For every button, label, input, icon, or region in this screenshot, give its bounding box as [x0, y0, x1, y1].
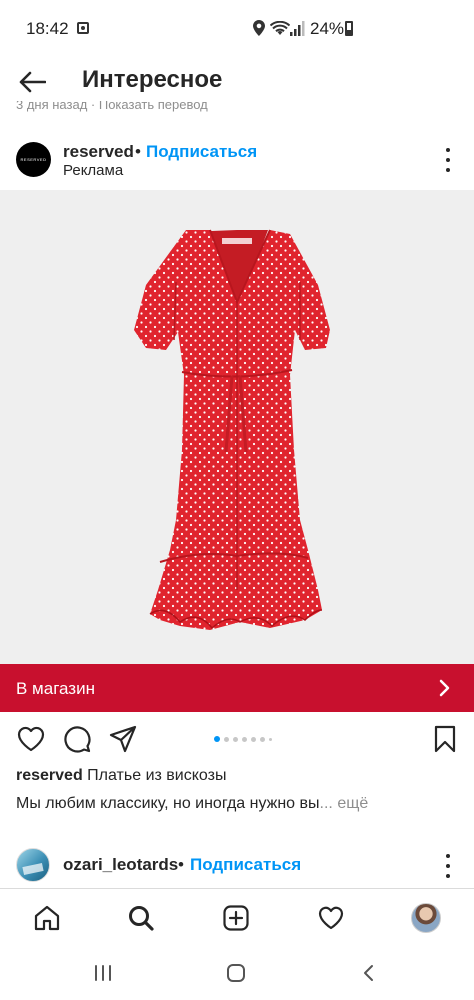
- activity-icon: [318, 906, 344, 930]
- caption-username[interactable]: reserved: [16, 767, 83, 784]
- profile-avatar: [411, 903, 441, 933]
- recents-button[interactable]: [89, 960, 117, 986]
- wifi-icon: [270, 21, 290, 35]
- nav-home[interactable]: [32, 903, 62, 933]
- caption-title: Платье из вискозы: [87, 767, 227, 784]
- carousel-dot: [260, 736, 265, 742]
- avatar[interactable]: [16, 848, 50, 882]
- next-post-header: ozari_leotards • Подписаться: [0, 846, 474, 886]
- avatar[interactable]: RESERVED: [16, 142, 51, 177]
- dot: [446, 854, 450, 858]
- carousel-dot: [224, 736, 229, 742]
- post-image[interactable]: [0, 190, 474, 664]
- nav-profile[interactable]: [411, 903, 441, 933]
- arrow-left-icon: [19, 71, 46, 93]
- top-bar: Интересное: [0, 58, 474, 106]
- dot: [446, 158, 450, 162]
- more-options-button[interactable]: [442, 854, 454, 878]
- nav-activity[interactable]: [316, 903, 346, 933]
- nav-search[interactable]: [126, 903, 156, 933]
- dot: [446, 148, 450, 152]
- dress-image: [134, 229, 330, 630]
- status-bar: 18:42 24%: [0, 0, 474, 58]
- share-icon[interactable]: [108, 724, 138, 754]
- comment-icon[interactable]: [62, 724, 92, 754]
- dot: [446, 864, 450, 868]
- home-system-button[interactable]: [222, 960, 250, 986]
- carousel-dot-active: [214, 736, 220, 742]
- caption-more-link[interactable]: ... ещё: [320, 795, 369, 812]
- follow-button[interactable]: Подписаться: [146, 142, 257, 162]
- home-circle-icon: [227, 964, 245, 982]
- search-icon: [129, 906, 154, 931]
- new-post-icon: [223, 905, 249, 931]
- dot: [446, 168, 450, 172]
- separator-dot: •: [178, 855, 184, 874]
- heart-icon[interactable]: [16, 724, 46, 754]
- recents-icon: [95, 965, 111, 981]
- home-icon: [34, 905, 60, 931]
- back-chevron-icon: [364, 965, 373, 981]
- caption-line: reserved Платье из вискозы: [16, 767, 226, 785]
- separator-dot: •: [135, 142, 141, 161]
- caption-body: Мы любим классику, но иногда нужно вы...…: [16, 795, 368, 813]
- post-username[interactable]: reserved: [63, 142, 134, 162]
- caption-body-text: Мы любим классику, но иногда нужно вы: [16, 795, 320, 812]
- back-system-button[interactable]: [355, 960, 383, 986]
- post-actions: [0, 716, 474, 760]
- battery-percentage: 24%: [310, 19, 345, 38]
- signal-icon: [290, 21, 305, 36]
- more-options-button[interactable]: [442, 148, 454, 172]
- bottom-navigation: [0, 888, 474, 946]
- system-navigation: [0, 946, 474, 1000]
- carousel-dot: [242, 736, 247, 742]
- shop-label: В магазин: [16, 679, 95, 698]
- carousel-dot: [251, 736, 256, 742]
- bookmark-icon[interactable]: [430, 724, 460, 754]
- back-button[interactable]: [14, 66, 50, 98]
- follow-button[interactable]: Подписаться: [190, 855, 301, 875]
- battery-icon: [345, 21, 353, 36]
- carousel-indicator: [214, 736, 272, 742]
- chevron-right-icon: [439, 679, 450, 697]
- page-title: Интересное: [82, 66, 223, 93]
- carousel-dot: [269, 737, 272, 741]
- next-post-username[interactable]: ozari_leotards: [63, 855, 178, 875]
- location-icon: [253, 20, 265, 36]
- sponsored-label: Реклама: [63, 162, 124, 179]
- shop-now-button[interactable]: В магазин: [0, 664, 474, 712]
- status-time: 18:42: [26, 19, 69, 38]
- nav-new-post[interactable]: [221, 903, 251, 933]
- previous-post-meta: 3 дня назад · Показать перевод: [16, 101, 208, 112]
- gallery-icon: [77, 22, 89, 34]
- post-header: RESERVED reserved • Подписаться Реклама: [0, 136, 474, 188]
- carousel-dot: [233, 736, 238, 742]
- dot: [446, 874, 450, 878]
